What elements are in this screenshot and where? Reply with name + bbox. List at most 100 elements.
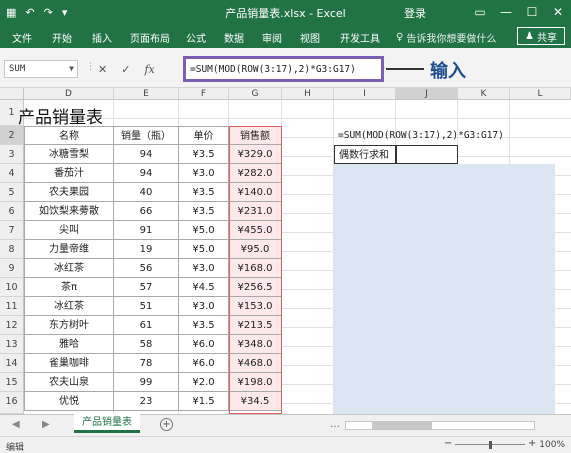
cell-volume[interactable]: 51	[114, 297, 179, 316]
cell-price[interactable]: ¥3.5	[179, 202, 229, 221]
cell-amount[interactable]: ¥95.0	[229, 240, 282, 259]
share-button[interactable]: ♟ 共享	[517, 27, 565, 45]
cell-volume[interactable]: 57	[114, 278, 179, 297]
cell-price[interactable]: ¥3.5	[179, 316, 229, 335]
result-cell[interactable]	[396, 145, 458, 164]
row-header-7[interactable]: 7	[0, 221, 24, 240]
cell-volume[interactable]: 56	[114, 259, 179, 278]
ribbon-display-icon[interactable]: ▭	[467, 0, 493, 24]
formula-input[interactable]: =SUM(MOD(ROW(3:17),2)*G3:G17)	[183, 56, 384, 82]
header-name[interactable]: 名称	[24, 126, 114, 145]
close-icon[interactable]: ✕	[545, 0, 571, 24]
column-header-d[interactable]: D	[24, 88, 114, 100]
column-header-k[interactable]: K	[458, 88, 510, 100]
tab-home[interactable]: 开始	[52, 30, 72, 45]
tab-review[interactable]: 审阅	[262, 30, 282, 45]
row-header-16[interactable]: 16	[0, 392, 24, 414]
more-icon[interactable]: …	[330, 419, 340, 430]
cell-price[interactable]: ¥6.0	[179, 354, 229, 373]
column-header-j[interactable]: J	[396, 88, 458, 100]
row-header-10[interactable]: 10	[0, 278, 24, 297]
cell-name[interactable]: 力量帝维	[24, 240, 114, 259]
cell-price[interactable]: ¥1.5	[179, 392, 229, 411]
cell-name[interactable]: 东方树叶	[24, 316, 114, 335]
login-link[interactable]: 登录	[404, 5, 426, 21]
cell-name[interactable]: 茶π	[24, 278, 114, 297]
cell-price[interactable]: ¥3.0	[179, 259, 229, 278]
row-header-3[interactable]: 3	[0, 145, 24, 164]
cell-volume[interactable]: 19	[114, 240, 179, 259]
cell-volume[interactable]: 94	[114, 164, 179, 183]
cell-name[interactable]: 农夫山泉	[24, 373, 114, 392]
even-row-sum-label[interactable]: 偶数行求和	[334, 145, 396, 164]
active-formula-cell[interactable]: =SUM(MOD(ROW(3:17),2)*G3:G17)	[334, 126, 511, 145]
cell-name[interactable]: 番茄汁	[24, 164, 114, 183]
cell-name[interactable]: 冰糖雪梨	[24, 145, 114, 164]
row-header-5[interactable]: 5	[0, 183, 24, 202]
prev-sheet-icon[interactable]: ◀	[12, 419, 20, 430]
cell-price[interactable]: ¥6.0	[179, 335, 229, 354]
header-sales-volume[interactable]: 销量（瓶）	[114, 126, 179, 145]
row-header-11[interactable]: 11	[0, 297, 24, 316]
cell-name[interactable]: 雀巢咖啡	[24, 354, 114, 373]
cell-price[interactable]: ¥2.0	[179, 373, 229, 392]
cell-amount[interactable]: ¥231.0	[229, 202, 282, 221]
row-header-8[interactable]: 8	[0, 240, 24, 259]
cell-amount[interactable]: ¥468.0	[229, 354, 282, 373]
row-header-4[interactable]: 4	[0, 164, 24, 183]
cell-volume[interactable]: 58	[114, 335, 179, 354]
column-header-g[interactable]: G	[229, 88, 282, 100]
cell-name[interactable]: 冰红茶	[24, 259, 114, 278]
insert-function-icon[interactable]: fx	[144, 63, 154, 76]
enter-icon[interactable]: ✓	[121, 63, 130, 76]
cell-volume[interactable]: 94	[114, 145, 179, 164]
tab-data[interactable]: 数据	[224, 30, 244, 45]
cell-volume[interactable]: 23	[114, 392, 179, 411]
cell-name[interactable]: 尖叫	[24, 221, 114, 240]
cancel-icon[interactable]: ✕	[98, 63, 107, 76]
cell-amount[interactable]: ¥348.0	[229, 335, 282, 354]
cell-price[interactable]: ¥3.0	[179, 164, 229, 183]
row-header-6[interactable]: 6	[0, 202, 24, 221]
cell-volume[interactable]: 40	[114, 183, 179, 202]
cell-amount[interactable]: ¥256.5	[229, 278, 282, 297]
cell-amount[interactable]: ¥34.5	[229, 392, 282, 411]
scrollbar-thumb[interactable]	[372, 422, 432, 429]
cell-name[interactable]: 优悦	[24, 392, 114, 411]
cell-name[interactable]: 如饮梨来蒡散	[24, 202, 114, 221]
cell-volume[interactable]: 61	[114, 316, 179, 335]
tab-developer[interactable]: 开发工具	[340, 30, 380, 45]
column-header-i[interactable]: I	[334, 88, 396, 100]
cell-amount[interactable]: ¥455.0	[229, 221, 282, 240]
row-header-2[interactable]: 2	[0, 126, 24, 145]
tab-insert[interactable]: 插入	[92, 30, 112, 45]
splitter-dots-icon[interactable]: ⋮	[86, 62, 95, 72]
header-unit-price[interactable]: 单价	[179, 126, 229, 145]
cell-name[interactable]: 农夫果园	[24, 183, 114, 202]
cell-volume[interactable]: 99	[114, 373, 179, 392]
zoom-slider-knob[interactable]	[489, 441, 492, 449]
zoom-out-icon[interactable]: −	[444, 438, 452, 449]
column-header-l[interactable]: L	[510, 88, 571, 100]
row-header-12[interactable]: 12	[0, 316, 24, 335]
cell-price[interactable]: ¥3.0	[179, 297, 229, 316]
tab-view[interactable]: 视图	[300, 30, 320, 45]
column-header-e[interactable]: E	[114, 88, 179, 100]
next-sheet-icon[interactable]: ▶	[42, 419, 50, 430]
cell-volume[interactable]: 66	[114, 202, 179, 221]
cell-amount[interactable]: ¥329.0	[229, 145, 282, 164]
cell-price[interactable]: ¥3.5	[179, 145, 229, 164]
tab-file[interactable]: 文件	[12, 30, 32, 45]
add-sheet-button[interactable]: +	[160, 418, 173, 431]
name-box[interactable]: SUM ▼	[4, 60, 78, 78]
select-all-corner[interactable]	[0, 88, 24, 100]
cell-amount[interactable]: ¥213.5	[229, 316, 282, 335]
minimize-icon[interactable]: —	[493, 0, 519, 24]
tab-page-layout[interactable]: 页面布局	[130, 30, 170, 45]
cell-name[interactable]: 冰红茶	[24, 297, 114, 316]
sheet-tab-active[interactable]: 产品销量表	[74, 414, 140, 433]
cell-amount[interactable]: ¥198.0	[229, 373, 282, 392]
maximize-icon[interactable]: ☐	[519, 0, 545, 24]
chevron-down-icon[interactable]: ▼	[69, 64, 74, 73]
zoom-level[interactable]: 100%	[539, 440, 565, 450]
